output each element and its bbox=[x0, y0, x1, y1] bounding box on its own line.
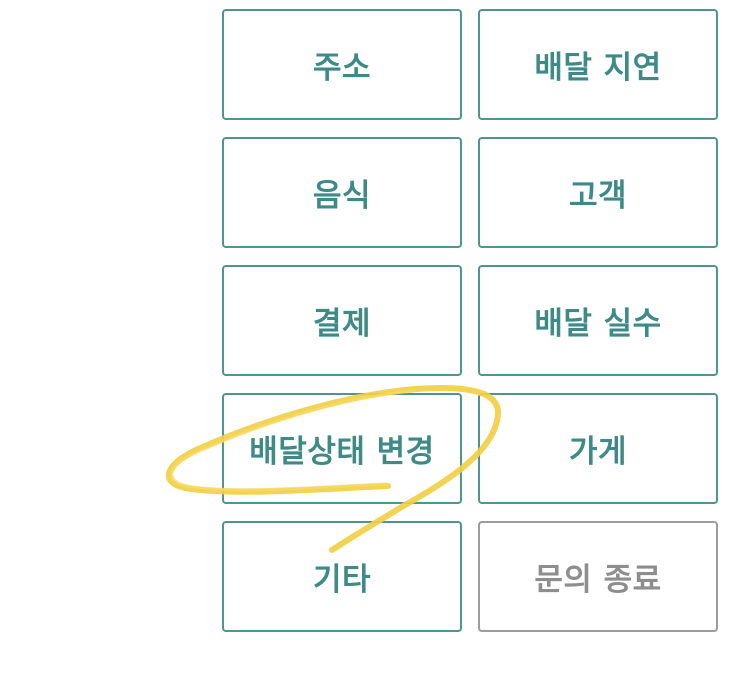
category-grid: 주소 배달 지연 음식 고객 결제 배달 실수 배달상태 변경 가게 기타 문의… bbox=[222, 9, 718, 632]
category-delivery-status-change-button[interactable]: 배달상태 변경 bbox=[222, 393, 462, 504]
category-payment-button[interactable]: 결제 bbox=[222, 265, 462, 376]
category-store-button[interactable]: 가게 bbox=[478, 393, 718, 504]
category-food-button[interactable]: 음식 bbox=[222, 137, 462, 248]
category-customer-button[interactable]: 고객 bbox=[478, 137, 718, 248]
end-inquiry-button[interactable]: 문의 종료 bbox=[478, 521, 718, 632]
category-delivery-mistake-button[interactable]: 배달 실수 bbox=[478, 265, 718, 376]
category-address-button[interactable]: 주소 bbox=[222, 9, 462, 120]
category-other-button[interactable]: 기타 bbox=[222, 521, 462, 632]
category-delivery-delay-button[interactable]: 배달 지연 bbox=[478, 9, 718, 120]
inquiry-category-screen: 주소 배달 지연 음식 고객 결제 배달 실수 배달상태 변경 가게 기타 문의… bbox=[0, 0, 750, 674]
